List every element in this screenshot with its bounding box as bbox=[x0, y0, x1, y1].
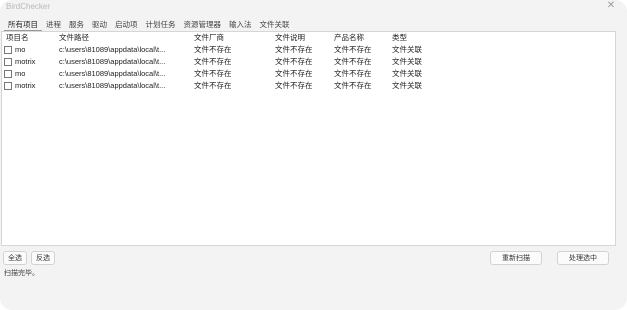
file-path: c:\users\81089\appdata\local\t... bbox=[59, 69, 166, 78]
file-vendor: 文件不存在 bbox=[194, 69, 232, 78]
tab-startup[interactable]: 启动项 bbox=[111, 19, 142, 31]
table-row[interactable]: mo c:\users\81089\appdata\local\t... 文件不… bbox=[2, 44, 615, 56]
column-header-vendor[interactable]: 文件厂商 bbox=[194, 32, 272, 44]
file-path: c:\users\81089\appdata\local\t... bbox=[59, 57, 166, 66]
column-header-type[interactable]: 类型 bbox=[392, 32, 452, 44]
product-name: 文件不存在 bbox=[334, 81, 372, 90]
table-row[interactable]: motrix c:\users\81089\appdata\local\t...… bbox=[2, 56, 615, 68]
tab-scheduled-tasks[interactable]: 计划任务 bbox=[142, 19, 180, 31]
tab-explorer[interactable]: 资源管理器 bbox=[180, 19, 226, 31]
file-path: c:\users\81089\appdata\local\t... bbox=[59, 45, 166, 54]
item-type: 文件关联 bbox=[392, 69, 422, 78]
product-name: 文件不存在 bbox=[334, 69, 372, 78]
list-header: 项目名 文件路径 文件厂商 文件说明 产品名称 类型 bbox=[2, 32, 615, 44]
row-checkbox[interactable] bbox=[4, 46, 12, 54]
row-checkbox[interactable] bbox=[4, 58, 12, 66]
item-list[interactable]: 项目名 文件路径 文件厂商 文件说明 产品名称 类型 mo c:\users\8… bbox=[1, 31, 616, 246]
file-vendor: 文件不存在 bbox=[194, 45, 232, 54]
item-type: 文件关联 bbox=[392, 57, 422, 66]
process-selected-button[interactable]: 处理选中 bbox=[557, 251, 609, 265]
column-header-path[interactable]: 文件路径 bbox=[59, 32, 185, 44]
tab-services[interactable]: 服务 bbox=[65, 19, 88, 31]
column-header-description[interactable]: 文件说明 bbox=[275, 32, 331, 44]
title-bar: BirdChecker ✕ bbox=[0, 0, 627, 16]
file-description: 文件不存在 bbox=[275, 81, 313, 90]
file-vendor: 文件不存在 bbox=[194, 57, 232, 66]
row-checkbox[interactable] bbox=[4, 82, 12, 90]
item-type: 文件关联 bbox=[392, 45, 422, 54]
product-name: 文件不存在 bbox=[334, 45, 372, 54]
app-window: BirdChecker ✕ 所有项目 进程 服务 驱动 启动项 计划任务 资源管… bbox=[0, 0, 627, 310]
tab-drivers[interactable]: 驱动 bbox=[88, 19, 111, 31]
item-name: motrix bbox=[15, 81, 36, 90]
tab-input-method[interactable]: 输入法 bbox=[225, 19, 256, 31]
tab-all-items[interactable]: 所有项目 bbox=[4, 19, 42, 31]
tab-processes[interactable]: 进程 bbox=[42, 19, 65, 31]
status-text: 扫描完毕。 bbox=[4, 269, 39, 277]
invert-selection-button[interactable]: 反选 bbox=[31, 251, 55, 265]
table-row[interactable]: mo c:\users\81089\appdata\local\t... 文件不… bbox=[2, 68, 615, 80]
item-name: mo bbox=[15, 69, 26, 78]
column-header-name[interactable]: 项目名 bbox=[6, 32, 52, 44]
tab-bar: 所有项目 进程 服务 驱动 启动项 计划任务 资源管理器 输入法 文件关联 bbox=[4, 19, 294, 31]
file-description: 文件不存在 bbox=[275, 57, 313, 66]
tab-file-association[interactable]: 文件关联 bbox=[256, 19, 294, 31]
item-type: 文件关联 bbox=[392, 81, 422, 90]
table-row[interactable]: motrix c:\users\81089\appdata\local\t...… bbox=[2, 80, 615, 92]
file-description: 文件不存在 bbox=[275, 45, 313, 54]
file-vendor: 文件不存在 bbox=[194, 81, 232, 90]
file-description: 文件不存在 bbox=[275, 69, 313, 78]
window-title: BirdChecker bbox=[6, 2, 51, 11]
rescan-button[interactable]: 重新扫描 bbox=[490, 251, 542, 265]
item-name: mo bbox=[15, 45, 26, 54]
column-header-product[interactable]: 产品名称 bbox=[334, 32, 390, 44]
select-all-button[interactable]: 全选 bbox=[3, 251, 27, 265]
close-icon[interactable]: ✕ bbox=[603, 0, 619, 12]
file-path: c:\users\81089\appdata\local\t... bbox=[59, 81, 166, 90]
row-checkbox[interactable] bbox=[4, 70, 12, 78]
product-name: 文件不存在 bbox=[334, 57, 372, 66]
item-name: motrix bbox=[15, 57, 36, 66]
